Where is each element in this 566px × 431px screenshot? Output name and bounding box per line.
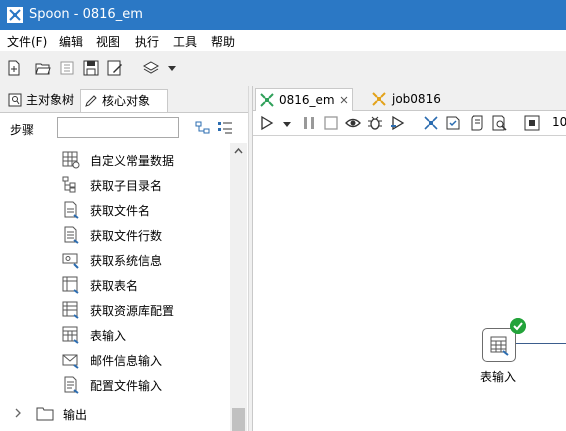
main-toolbar [0, 51, 566, 85]
file-rows-icon [64, 226, 79, 244]
tree-item[interactable]: 获取系统信息 [0, 247, 230, 272]
chevron-right-icon[interactable] [14, 408, 22, 418]
save-as-icon[interactable] [107, 60, 123, 76]
layers-icon[interactable] [143, 60, 159, 76]
close-tab-icon[interactable] [340, 96, 348, 104]
tree-item-label: 获取文件名 [90, 204, 151, 218]
tree-item[interactable]: 邮件信息输入 [0, 347, 230, 372]
category-label: 输出 [63, 408, 88, 422]
explore-repository-icon[interactable] [59, 60, 75, 76]
file-name-icon [64, 201, 79, 219]
steps-tree: 自定义常量数据 获取子目录名 获取文件名 获取文件行数 获取系统信息 获取表名 … [0, 143, 230, 431]
pause-icon[interactable] [301, 115, 317, 131]
tab-main-tree-label: 主对象树 [26, 93, 75, 107]
tree-item-label: 邮件信息输入 [90, 354, 163, 368]
tab-job-label: job0816 [392, 92, 441, 106]
menu-bar: 文件(F) 编辑 视图 执行 工具 帮助 [0, 30, 566, 51]
tree-item[interactable]: 配置文件输入 [0, 372, 230, 397]
layers-dropdown-icon[interactable] [168, 64, 176, 72]
tree-category-output[interactable]: 输出 [0, 401, 230, 426]
menu-edit[interactable]: 编辑 [59, 33, 83, 50]
spoon-logo-icon [7, 7, 23, 23]
tab-core-objects-label: 核心对象 [102, 94, 151, 108]
window-title: Spoon - 0816_em [29, 7, 143, 22]
expand-all-icon[interactable] [217, 120, 233, 136]
tree-item-label: 自定义常量数据 [90, 154, 175, 168]
tab-main-tree[interactable]: 主对象树 [4, 89, 78, 111]
tab-transformation-label: 0816_em [279, 93, 335, 107]
run-dropdown-icon[interactable] [283, 120, 291, 128]
pencil-icon [85, 95, 97, 107]
tree-item[interactable]: 获取资源库配置 [0, 297, 230, 322]
tree-item-label: 获取文件行数 [90, 229, 163, 243]
tree-item-label: 配置文件输入 [90, 379, 163, 393]
steps-search-input[interactable] [57, 117, 179, 138]
tree-item[interactable]: 自定义常量数据 [0, 147, 230, 172]
menu-view[interactable]: 视图 [96, 33, 120, 50]
transformation-icon [260, 93, 274, 107]
table-name-icon [62, 276, 79, 294]
tree-scrollbar[interactable] [230, 143, 247, 431]
editor-toolbar: 10 [253, 111, 566, 136]
transformation-canvas[interactable]: 表输入 [253, 136, 566, 431]
zoom-field[interactable]: 10 [552, 115, 566, 129]
menu-tools[interactable]: 工具 [173, 33, 197, 50]
collapse-all-icon[interactable] [195, 120, 211, 136]
tree-item-label: 获取子目录名 [90, 179, 163, 193]
title-bar: Spoon - 0816_em [0, 0, 566, 30]
verify-icon[interactable] [423, 115, 439, 131]
editor-panel: 0816_em job0816 10 表输入 [252, 86, 566, 431]
tab-core-objects[interactable]: 核心对象 [80, 89, 168, 112]
job-icon [372, 92, 386, 106]
step-ok-badge-icon [510, 318, 526, 334]
open-folder-icon[interactable] [35, 60, 51, 76]
run-icon[interactable] [259, 115, 275, 131]
explore-db-icon[interactable] [491, 115, 507, 131]
menu-file[interactable]: 文件(F) [7, 33, 47, 50]
tree-item[interactable]: 获取文件名 [0, 197, 230, 222]
scroll-up-icon[interactable] [234, 147, 243, 154]
scrollbar-thumb[interactable] [232, 408, 245, 431]
step-label: 表输入 [480, 370, 517, 384]
tree-item-label: 表输入 [90, 329, 127, 343]
tree-item-label: 获取系统信息 [90, 254, 163, 268]
preview-icon[interactable] [345, 115, 361, 131]
system-info-icon [62, 253, 79, 269]
mail-input-icon [62, 354, 79, 369]
left-panel: 主对象树 核心对象 步骤 自定义常量数据 获取子目录名 获取文件名 获取文件行数… [0, 86, 249, 431]
tree-item-label: 获取资源库配置 [90, 304, 175, 318]
tab-job[interactable]: job0816 [371, 88, 466, 110]
tree-item[interactable]: 表输入 [0, 322, 230, 347]
repository-config-icon [62, 301, 79, 319]
step-table-input[interactable] [482, 328, 516, 362]
new-file-icon[interactable] [6, 60, 22, 76]
left-panel-tabs: 主对象树 核心对象 [0, 86, 248, 113]
tree-item[interactable]: 获取子目录名 [0, 172, 230, 197]
menu-help[interactable]: 帮助 [211, 33, 235, 50]
tree-item[interactable]: 获取表名 [0, 272, 230, 297]
save-icon[interactable] [83, 60, 99, 76]
tab-transformation[interactable]: 0816_em [255, 88, 353, 111]
hop-line[interactable] [516, 343, 566, 344]
table-input-icon [62, 326, 79, 344]
tree-item[interactable]: 获取文件行数 [0, 222, 230, 247]
steps-label: 步骤 [10, 123, 35, 137]
table-constant-icon [62, 151, 80, 169]
table-input-icon [490, 336, 509, 356]
stop-icon[interactable] [323, 115, 339, 131]
editor-tabs: 0816_em job0816 [253, 86, 566, 111]
config-file-icon [64, 376, 79, 394]
menu-run[interactable]: 执行 [135, 33, 159, 50]
search-tree-icon [8, 93, 22, 107]
folder-tree-icon [62, 176, 76, 193]
debug-icon[interactable] [367, 115, 383, 131]
sql-icon[interactable] [469, 115, 485, 131]
impact-analysis-icon[interactable] [445, 115, 461, 131]
steps-search-row: 步骤 [0, 113, 248, 143]
replay-icon[interactable] [390, 115, 406, 131]
tree-item-label: 获取表名 [90, 279, 139, 293]
show-results-icon[interactable] [524, 115, 540, 131]
folder-icon [36, 407, 54, 421]
